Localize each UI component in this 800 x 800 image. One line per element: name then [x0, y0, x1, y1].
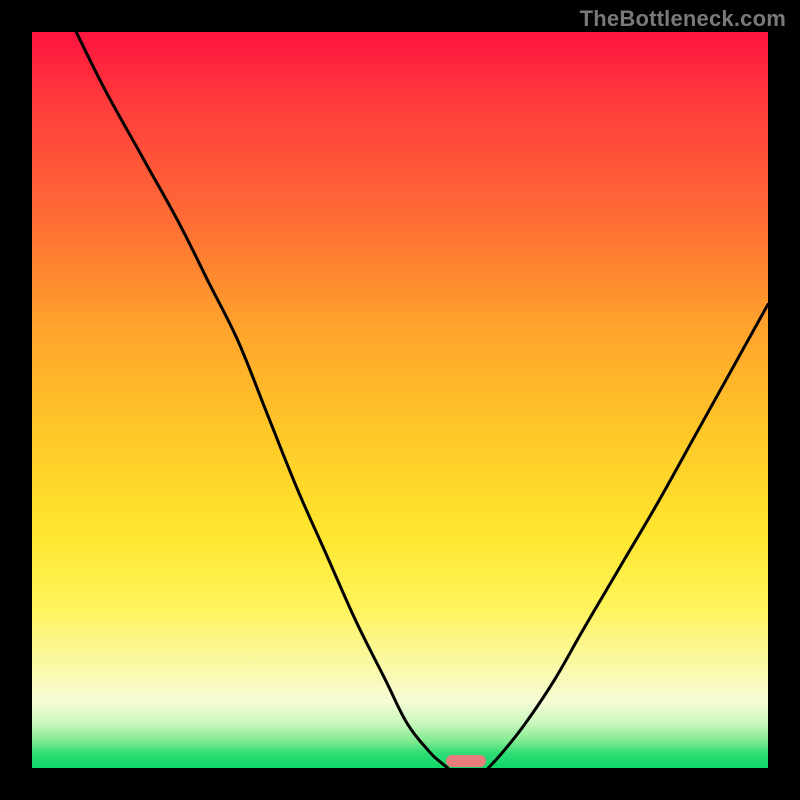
- plot-area: [32, 32, 768, 768]
- watermark-text: TheBottleneck.com: [580, 6, 786, 32]
- bottleneck-marker: [446, 755, 486, 767]
- series-right-branch: [488, 304, 768, 768]
- series-left-branch: [76, 32, 448, 768]
- chart-frame: TheBottleneck.com: [0, 0, 800, 800]
- curve-layer: [32, 32, 768, 768]
